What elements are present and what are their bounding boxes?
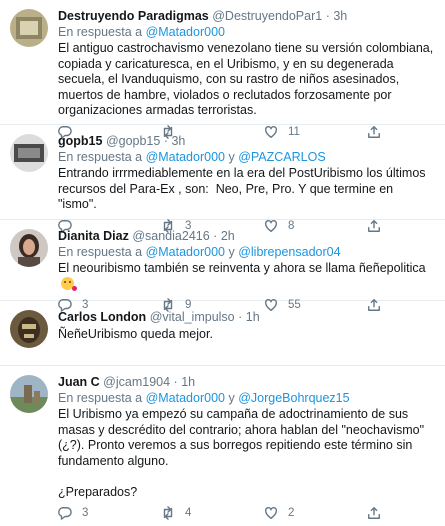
reply-context: En respuesta a @Matador000: [58, 24, 435, 40]
timestamp[interactable]: 2h: [221, 229, 235, 243]
tweet-text: ÑeñeUribismo queda mejor.: [58, 327, 213, 341]
timestamp[interactable]: 1h: [181, 375, 195, 389]
retweet-button[interactable]: 4: [161, 506, 264, 520]
tweet-actions: 3 4 2: [58, 500, 435, 526]
separator: ·: [238, 310, 243, 324]
separator: ·: [173, 375, 178, 389]
share-icon: [368, 507, 380, 519]
tweet[interactable]: Dianita Diaz @sandia2416 · 2h En respues…: [0, 220, 445, 312]
tweet-header: Juan C @jcam1904 · 1h: [58, 374, 435, 390]
reply-user-link[interactable]: @Matador000: [146, 391, 225, 405]
author-name[interactable]: Dianita Diaz: [58, 229, 129, 243]
tweet-text: Entrando irrrmediablemente en la era del…: [58, 166, 430, 211]
tweet[interactable]: Carlos London @vital_impulso · 1h ÑeñeUr…: [0, 301, 445, 366]
tweet-header: Destruyendo Paradigmas @DestruyendoPar1 …: [58, 8, 435, 24]
author-name[interactable]: gopb15: [58, 134, 102, 148]
reply-user-link[interactable]: @Matador000: [146, 150, 225, 164]
share-button[interactable]: [367, 506, 391, 520]
timestamp[interactable]: 1h: [246, 310, 260, 324]
separator: ·: [325, 9, 330, 23]
reply-user-link[interactable]: @PAZCARLOS: [238, 150, 325, 164]
reply-context: En respuesta a @Matador000 y @JorgeBohrq…: [58, 390, 435, 406]
reply-user-link[interactable]: @Matador000: [146, 245, 225, 259]
timestamp[interactable]: 3h: [333, 9, 347, 23]
separator: ·: [213, 229, 218, 243]
author-handle[interactable]: @sandia2416: [132, 229, 209, 243]
reply-button[interactable]: 3: [58, 506, 161, 520]
reply-joiner: y: [228, 245, 235, 259]
author-name[interactable]: Carlos London: [58, 310, 146, 324]
avatar[interactable]: [10, 375, 48, 413]
tweet-text: El Uribismo ya empezó su campaña de adoc…: [58, 407, 425, 499]
author-handle[interactable]: @vital_impulso: [150, 310, 235, 324]
reply-user-link[interactable]: @librepensador04: [238, 245, 340, 259]
reply-prefix: En respuesta a: [58, 150, 143, 164]
tweet-feed: Destruyendo Paradigmas @DestruyendoPar1 …: [0, 0, 445, 520]
tweet[interactable]: Destruyendo Paradigmas @DestruyendoPar1 …: [0, 0, 445, 139]
like-button[interactable]: 2: [264, 506, 367, 520]
author-handle[interactable]: @gopb15: [106, 134, 160, 148]
avatar[interactable]: [10, 310, 48, 348]
tweet-text: El neouribismo también se reinventa y ah…: [58, 261, 426, 275]
retweet-icon: [163, 506, 173, 520]
author-name[interactable]: Juan C: [58, 375, 100, 389]
tweet-header: gopb15 @gopb15 · 3h: [58, 133, 435, 149]
avatar[interactable]: [10, 134, 48, 172]
reply-icon: [58, 507, 72, 520]
like-icon: [265, 507, 277, 519]
reply-context: En respuesta a @Matador000 y @PAZCARLOS: [58, 149, 435, 165]
author-handle[interactable]: @jcam1904: [103, 375, 170, 389]
reply-prefix: En respuesta a: [58, 391, 143, 405]
tweet[interactable]: gopb15 @gopb15 · 3h En respuesta a @Mata…: [0, 125, 445, 233]
tweet-header: Carlos London @vital_impulso · 1h: [58, 309, 435, 325]
tweet[interactable]: Juan C @jcam1904 · 1h En respuesta a @Ma…: [0, 366, 445, 520]
avatar[interactable]: [10, 9, 48, 47]
reply-prefix: En respuesta a: [58, 25, 143, 39]
reply-context: En respuesta a @Matador000 y @librepensa…: [58, 244, 435, 260]
avatar[interactable]: [10, 229, 48, 267]
reply-user-link[interactable]: @Matador000: [146, 25, 225, 39]
kissing-heart-emoji-icon: [61, 276, 77, 291]
separator: ·: [163, 134, 168, 148]
reply-joiner: y: [228, 150, 235, 164]
author-handle[interactable]: @DestruyendoPar1: [212, 9, 322, 23]
reply-joiner: y: [228, 391, 235, 405]
reply-count: 3: [82, 507, 89, 519]
tweet-header: Dianita Diaz @sandia2416 · 2h: [58, 228, 435, 244]
tweet-text: El antiguo castrochavismo venezolano tie…: [58, 41, 437, 117]
reply-user-link[interactable]: @JorgeBohrquez15: [238, 391, 349, 405]
reply-prefix: En respuesta a: [58, 245, 143, 259]
tweet-text-row: El neouribismo también se reinventa y ah…: [58, 261, 435, 292]
author-name[interactable]: Destruyendo Paradigmas: [58, 9, 209, 23]
like-count: 2: [288, 507, 295, 519]
timestamp[interactable]: 3h: [171, 134, 185, 148]
retweet-count: 4: [185, 507, 192, 519]
